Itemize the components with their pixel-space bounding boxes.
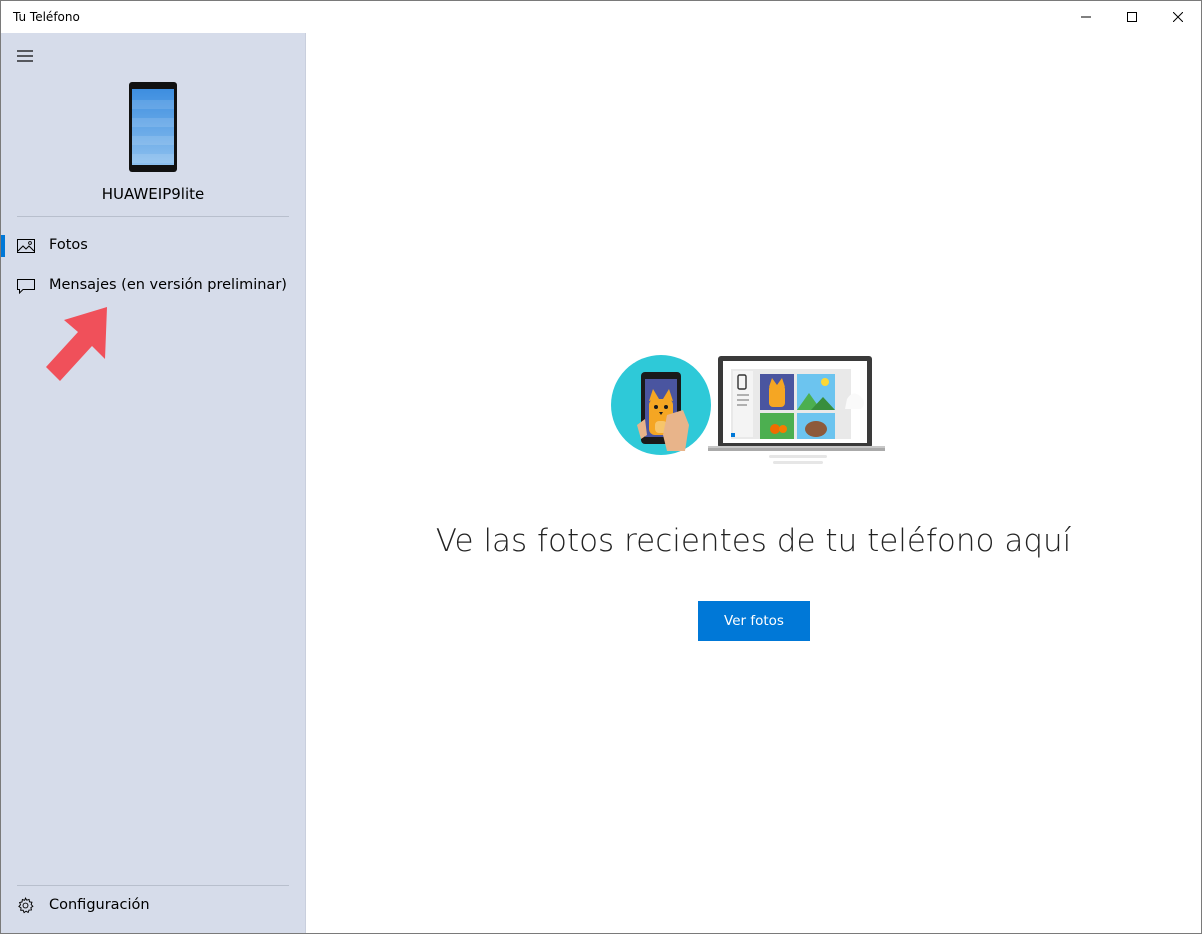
close-button[interactable] xyxy=(1155,1,1201,33)
smartphone-icon xyxy=(129,82,177,172)
minimize-button[interactable] xyxy=(1063,1,1109,33)
window-title: Tu Teléfono xyxy=(13,10,80,24)
hamburger-icon xyxy=(17,50,33,62)
device-name: HUAWEIP9lite xyxy=(101,185,205,203)
app-window: Tu Teléfono HUAWEIP9lite Fotos Mensajes … xyxy=(0,0,1202,934)
sidebar-item-label: Configuración xyxy=(49,897,150,913)
hero-illustration xyxy=(611,355,885,464)
sidebar: HUAWEIP9lite Fotos Mensajes (en versión … xyxy=(1,33,306,933)
ver-fotos-button[interactable]: Ver fotos xyxy=(698,601,810,641)
gear-icon xyxy=(18,897,34,914)
close-icon xyxy=(1173,12,1183,22)
sidebar-item-fotos[interactable]: Fotos xyxy=(1,226,305,266)
page-headline: Ve las fotos recientes de tu teléfono aq… xyxy=(435,523,1072,559)
sidebar-item-label: Mensajes (en versión preliminar) xyxy=(49,277,287,293)
message-icon xyxy=(17,279,35,294)
maximize-button[interactable] xyxy=(1109,1,1155,33)
divider xyxy=(17,216,289,217)
sidebar-item-configuracion[interactable]: Configuración xyxy=(1,886,305,926)
photos-icon xyxy=(17,239,35,253)
minimize-icon xyxy=(1081,16,1091,18)
main-content: Ve las fotos recientes de tu teléfono aq… xyxy=(306,33,1201,933)
menu-button[interactable] xyxy=(11,45,39,67)
sidebar-item-label: Fotos xyxy=(49,237,88,253)
annotation-arrow xyxy=(46,307,107,381)
maximize-icon xyxy=(1127,12,1137,22)
selection-indicator xyxy=(1,235,5,257)
title-bar: Tu Teléfono xyxy=(1,1,1201,33)
sidebar-item-mensajes[interactable]: Mensajes (en versión preliminar) xyxy=(1,266,305,306)
